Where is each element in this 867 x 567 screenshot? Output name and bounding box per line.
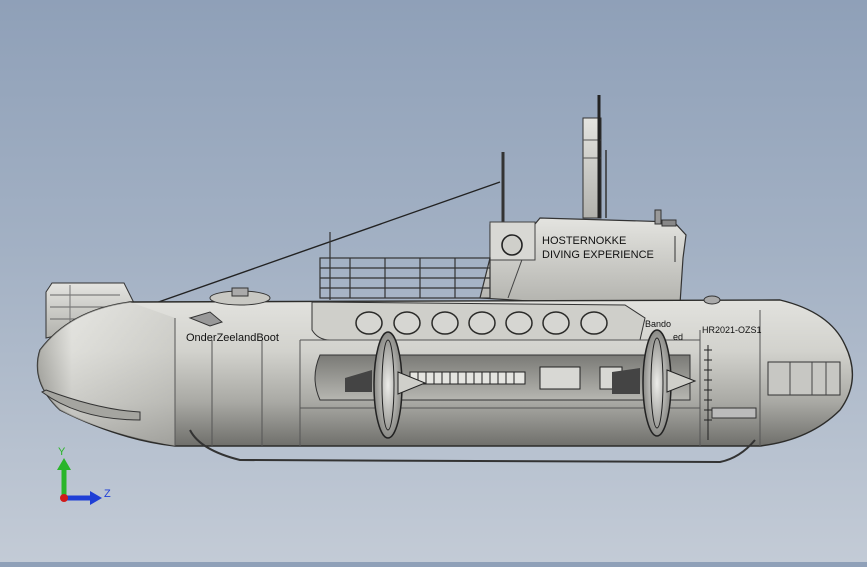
tower-line2: DIVING EXPERIENCE (542, 249, 654, 261)
side-text-1: Bando (645, 319, 671, 329)
cad-viewport[interactable]: HOSTERNOKKE DIVING EXPERIENCE OnderZeela… (0, 0, 867, 562)
side-text-2: ed (673, 332, 683, 342)
periscope (582, 95, 607, 219)
conning-tower: HOSTERNOKKE DIVING EXPERIENCE (479, 209, 687, 307)
axis-triad: Y Z (57, 446, 111, 505)
hull-name: OnderZeelandBoot (186, 332, 279, 344)
y-axis-label: Y (58, 446, 66, 458)
deck-railing (319, 257, 491, 299)
origin-marker (60, 494, 68, 502)
z-axis-label: Z (104, 488, 111, 500)
tower-line1: HOSTERNOKKE (542, 235, 626, 247)
registration: HR2021-OZS1 (702, 325, 762, 335)
submarine-model[interactable]: HOSTERNOKKE DIVING EXPERIENCE OnderZeela… (0, 0, 867, 562)
hull: OnderZeelandBoot HR2021-OZS1 Bando ed (36, 287, 854, 464)
